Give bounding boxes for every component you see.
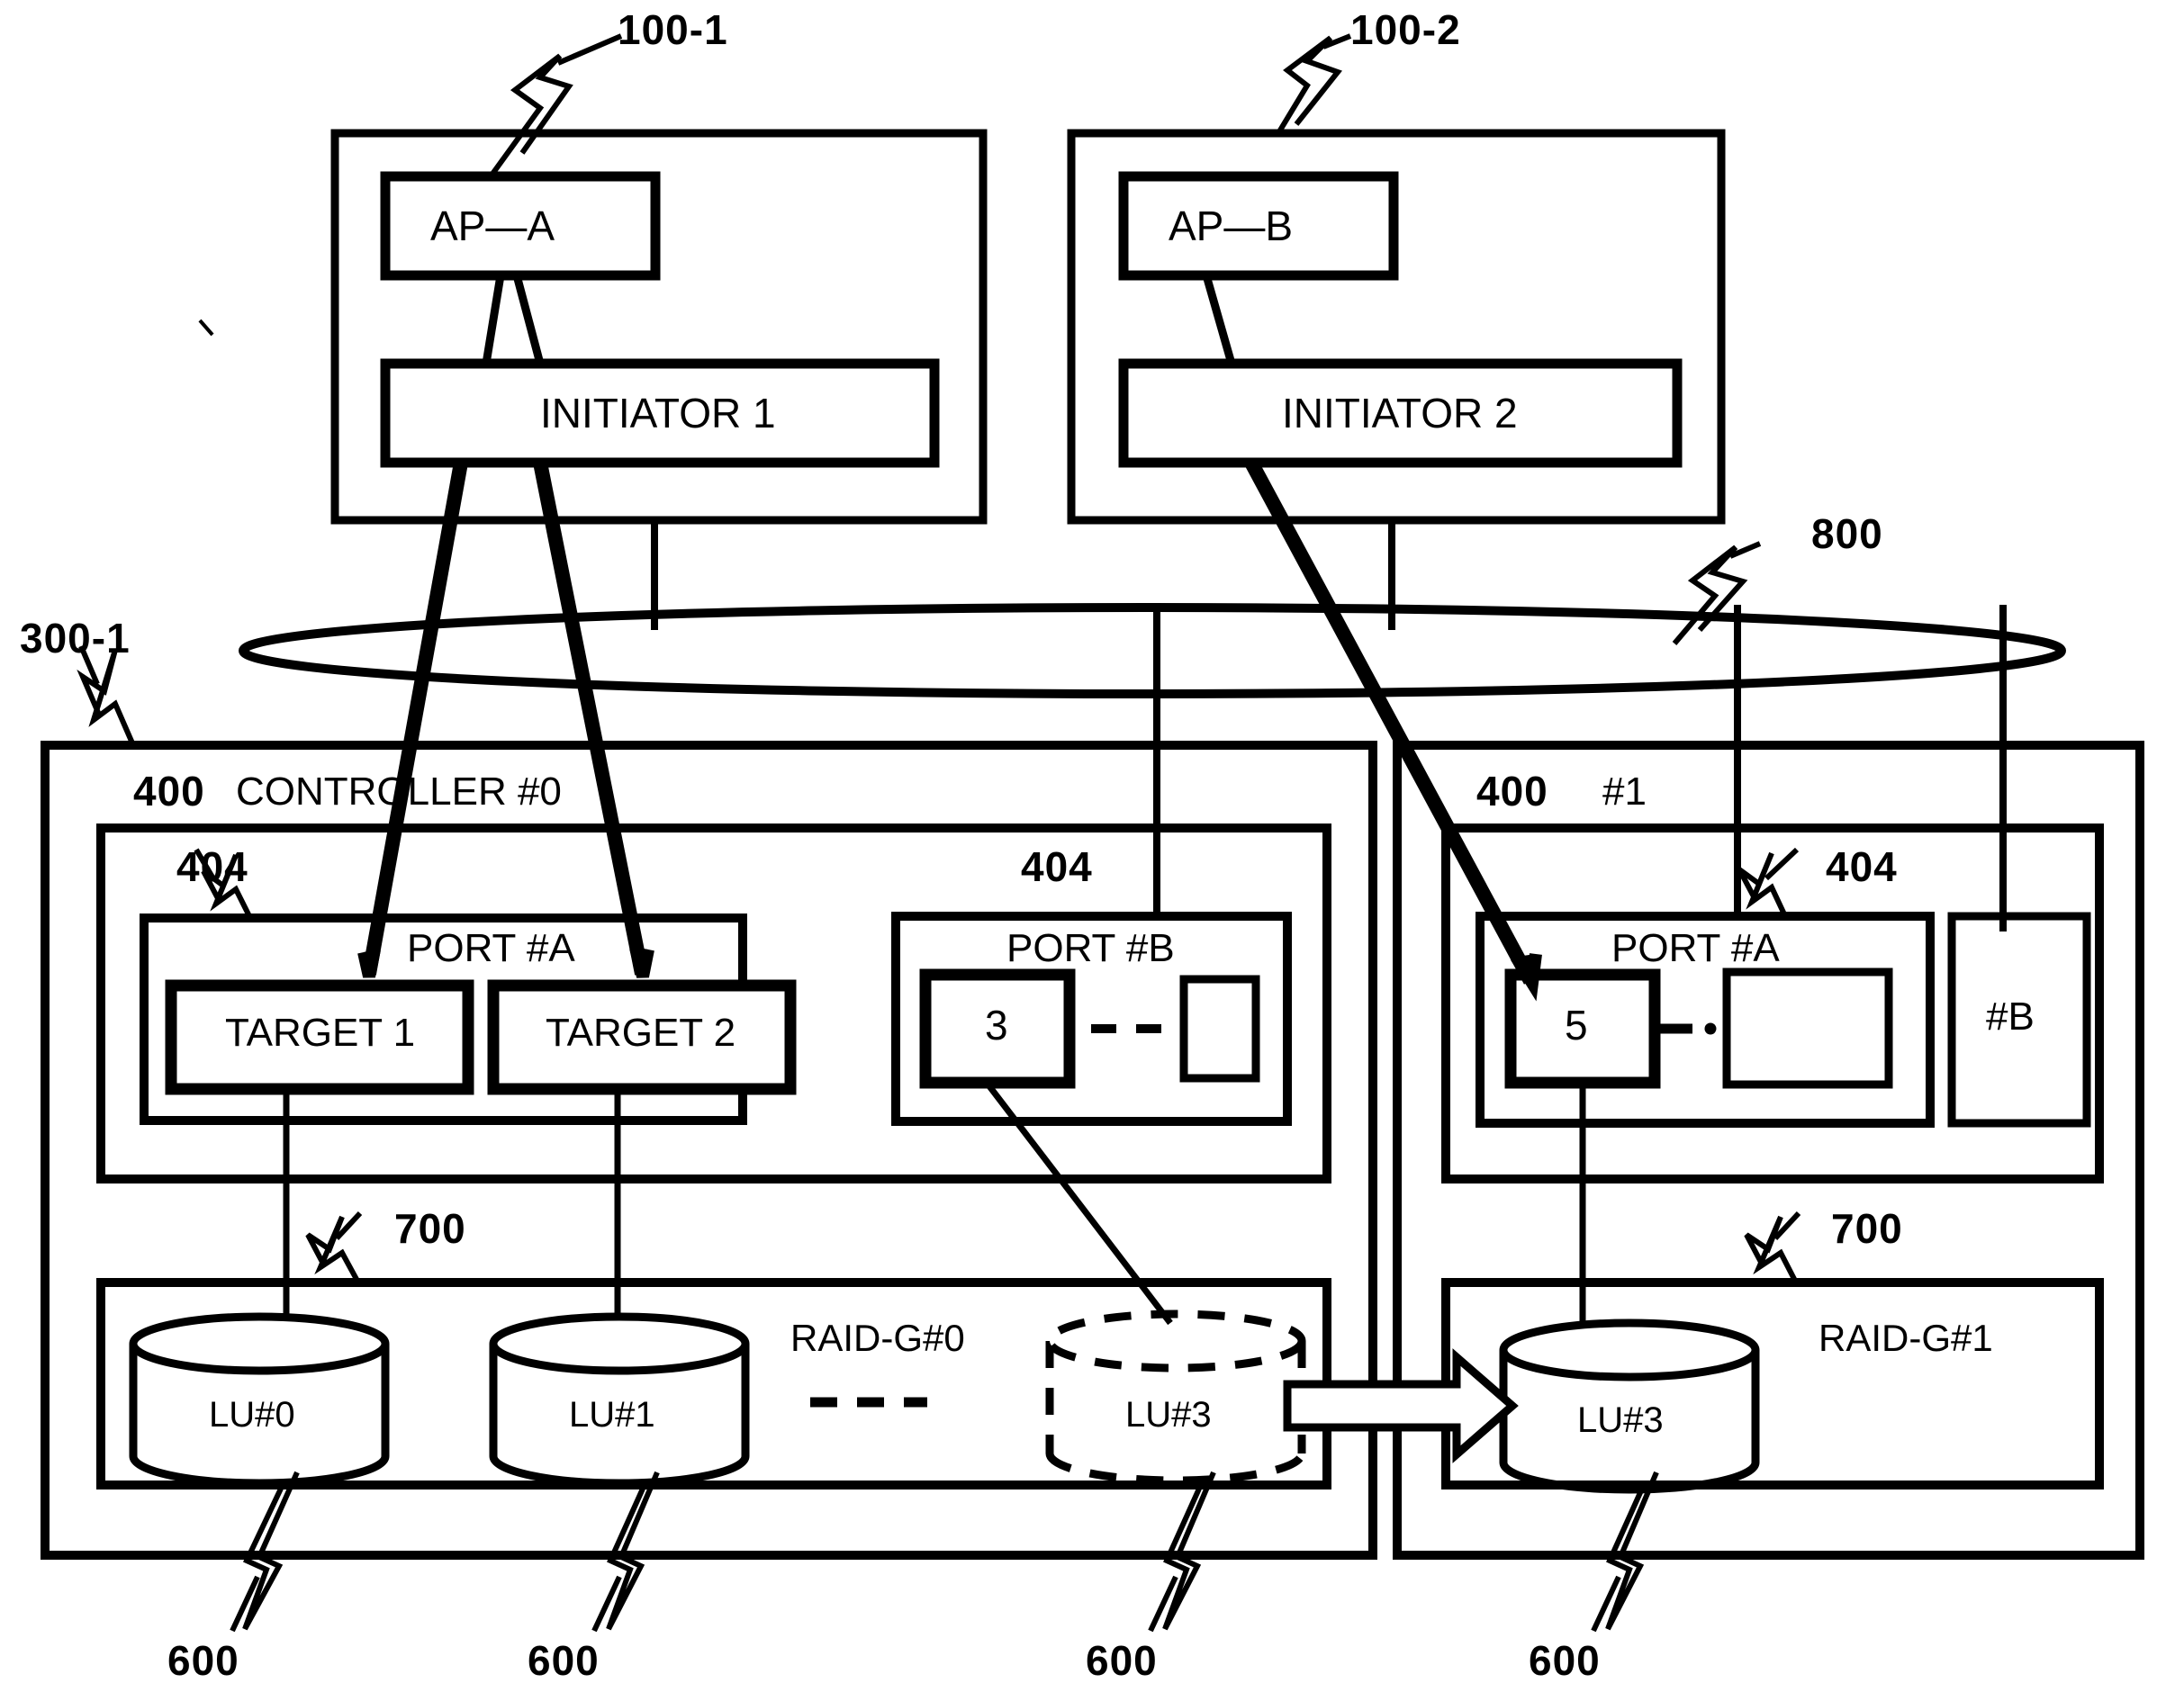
- ref-700-0-line: [334, 1210, 363, 1241]
- controller-0-box: [96, 824, 1331, 1184]
- lu-1-label: LU#1: [569, 1395, 655, 1435]
- ref-404-a1-line: [1764, 847, 1800, 881]
- ref-100-2-line: [1322, 33, 1352, 50]
- controller-1-label: #1: [1602, 770, 1647, 814]
- session-initiator2-target5-head: [1511, 953, 1542, 1002]
- lu-3-right-label: LU#3: [1577, 1400, 1664, 1440]
- session-initiator2-target5: [1244, 459, 1538, 985]
- ref-600-d-line: [1591, 1575, 1621, 1633]
- ref-600-d-leader: [1605, 1471, 1659, 1631]
- link-target3-lu3: [984, 1080, 1173, 1326]
- ref-700-raid-1: 700: [1831, 1205, 1903, 1252]
- port-b-1-label: #B: [1986, 994, 2035, 1039]
- ref-100-2: 100-2: [1350, 6, 1461, 53]
- ref-300-1-leader: [77, 649, 136, 747]
- session-initiator1-target1-head: [357, 948, 381, 978]
- ref-100-2-leader: [1276, 35, 1342, 135]
- ref-404-port-a-1: 404: [1826, 843, 1898, 890]
- ref-700-0-leader: [305, 1215, 361, 1284]
- target-3-label: 3: [985, 1002, 1008, 1048]
- target-empty-1-box: [1722, 968, 1893, 1089]
- ref-400-controller-1: 400: [1476, 768, 1548, 814]
- scan-artifact-1: [198, 319, 214, 337]
- ref-700-1-leader: [1744, 1215, 1799, 1284]
- ref-400-controller-0: 400: [133, 768, 205, 814]
- ref-600-b-line: [591, 1575, 622, 1633]
- ref-100-1-line: [556, 33, 623, 66]
- ref-600-b-leader: [606, 1471, 660, 1631]
- port-b-0-label: PORT #B: [1006, 926, 1175, 970]
- port-a-0-label: PORT #A: [407, 926, 575, 970]
- ref-700-1-line: [1773, 1210, 1801, 1241]
- target-empty-0-box: [1179, 975, 1260, 1083]
- ref-800-line: [1728, 541, 1762, 559]
- ref-600-lu1: 600: [528, 1637, 600, 1684]
- initiator-2-label: INITIATOR 2: [1282, 390, 1518, 436]
- ap-a-label: AP—A: [430, 202, 555, 249]
- ap-b-label: AP—B: [1169, 202, 1294, 249]
- port-a-1-label: PORT #A: [1611, 926, 1780, 970]
- ref-800-leader: [1672, 544, 1748, 645]
- ref-600-a-leader: [242, 1471, 300, 1631]
- initiator-1-label: INITIATOR 1: [540, 390, 776, 436]
- session-initiator1-target2-head: [629, 946, 654, 978]
- storage-subsystem-1-box: [1393, 741, 2144, 1560]
- target-5-label: 5: [1565, 1002, 1588, 1048]
- ref-600-a-line: [230, 1575, 260, 1633]
- ref-600-c-leader: [1162, 1471, 1216, 1631]
- lu-0-label: LU#0: [209, 1395, 295, 1435]
- session-initiator1-target2: [533, 461, 649, 976]
- network-ellipse: [239, 603, 2066, 698]
- ap-b-to-initiator-link: [1202, 274, 1236, 365]
- ref-700-raid-0: 700: [394, 1205, 466, 1252]
- ref-600-lu3-dashed: 600: [1086, 1637, 1158, 1684]
- figure-canvas: 100-1 100-2 800 300-1 AP—A INITIATOR 1 A…: [0, 0, 2184, 1701]
- controller-0-label: CONTROLLER #0: [236, 770, 562, 814]
- ref-800: 800: [1811, 510, 1883, 557]
- raid-group-1-box: [1441, 1278, 2104, 1490]
- raid-group-1-label: RAID-G#1: [1818, 1317, 1993, 1359]
- target-5-dot: [1704, 1022, 1717, 1035]
- migration-arrow: [1283, 1348, 1519, 1463]
- target-1-label: TARGET 1: [225, 1011, 416, 1055]
- ref-404-port-b-0: 404: [1021, 843, 1093, 890]
- session-initiator1-target1: [362, 461, 468, 976]
- host-2-box: [1067, 129, 1726, 525]
- ref-300-1: 300-1: [20, 615, 131, 662]
- host-1-box: [330, 129, 988, 525]
- ref-100-1: 100-1: [618, 6, 728, 53]
- ref-100-1-leader: [488, 53, 573, 178]
- ap-a-to-initiator-link-a: [482, 274, 505, 364]
- raid-group-0-label: RAID-G#0: [790, 1317, 965, 1359]
- ref-600-lu0: 600: [167, 1637, 239, 1684]
- ref-600-c-line: [1148, 1575, 1178, 1633]
- raid-group-0-box: [96, 1278, 1331, 1490]
- ap-a-to-initiator-link-b: [512, 274, 545, 365]
- target-2-label: TARGET 2: [546, 1011, 736, 1055]
- ref-600-lu3-right: 600: [1529, 1637, 1601, 1684]
- ref-404-port-a-0: 404: [176, 843, 248, 890]
- lu-3-dashed-label: LU#3: [1125, 1395, 1212, 1435]
- ref-404-a1-leader: [1737, 851, 1788, 918]
